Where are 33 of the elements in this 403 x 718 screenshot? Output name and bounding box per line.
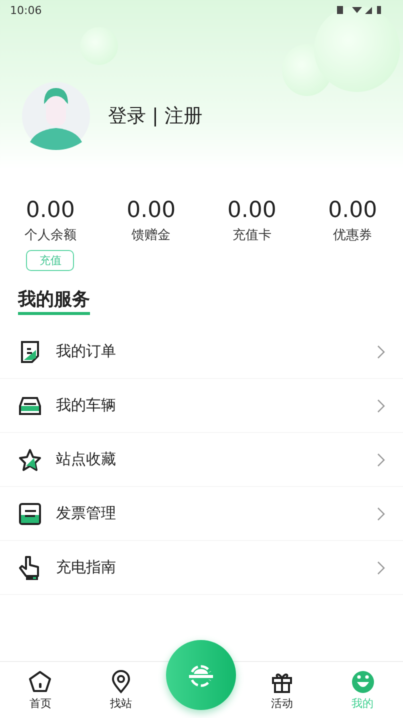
- chevron-right-icon: [377, 398, 385, 412]
- hand-pointer-icon: [18, 554, 42, 580]
- avatar[interactable]: [22, 82, 90, 150]
- menu-item[interactable]: 发票管理: [0, 487, 403, 541]
- invoice-icon: [18, 502, 42, 526]
- nav-tab[interactable]: 找站: [80, 670, 162, 710]
- status-time: 10:06: [10, 4, 42, 16]
- stat-label: 优惠券: [333, 227, 372, 244]
- order-icon: [18, 340, 42, 364]
- chevron-right-icon: [377, 344, 385, 358]
- menu-item[interactable]: 充电指南: [0, 541, 403, 595]
- section-title: 我的服务: [18, 289, 90, 315]
- chevron-right-icon: [377, 506, 385, 520]
- stat-label: 充值卡: [232, 227, 272, 244]
- stat-label: 馈赠金: [132, 227, 171, 244]
- stat-value: 0.00: [126, 198, 176, 224]
- login-register-link[interactable]: 登录 | 注册: [108, 103, 202, 129]
- nav-tab[interactable]: 首页: [0, 670, 81, 710]
- stat-value: 0.00: [328, 198, 378, 224]
- stat-value: 0.00: [26, 198, 75, 224]
- chevron-right-icon: [377, 560, 385, 574]
- smiley-icon: [350, 670, 375, 694]
- stat-value: 0.00: [227, 198, 276, 224]
- nav-tab[interactable]: 活动: [242, 670, 322, 710]
- home-icon: [28, 670, 52, 694]
- chevron-right-icon: [377, 452, 385, 466]
- scan-button[interactable]: [166, 640, 236, 710]
- menu-item[interactable]: 我的订单: [0, 325, 403, 379]
- star-icon: [18, 448, 42, 472]
- car-icon: [18, 394, 42, 416]
- menu-item[interactable]: 站点收藏: [0, 433, 403, 487]
- menu-item[interactable]: 我的车辆: [0, 379, 403, 433]
- stat-label: 个人余额: [24, 227, 76, 244]
